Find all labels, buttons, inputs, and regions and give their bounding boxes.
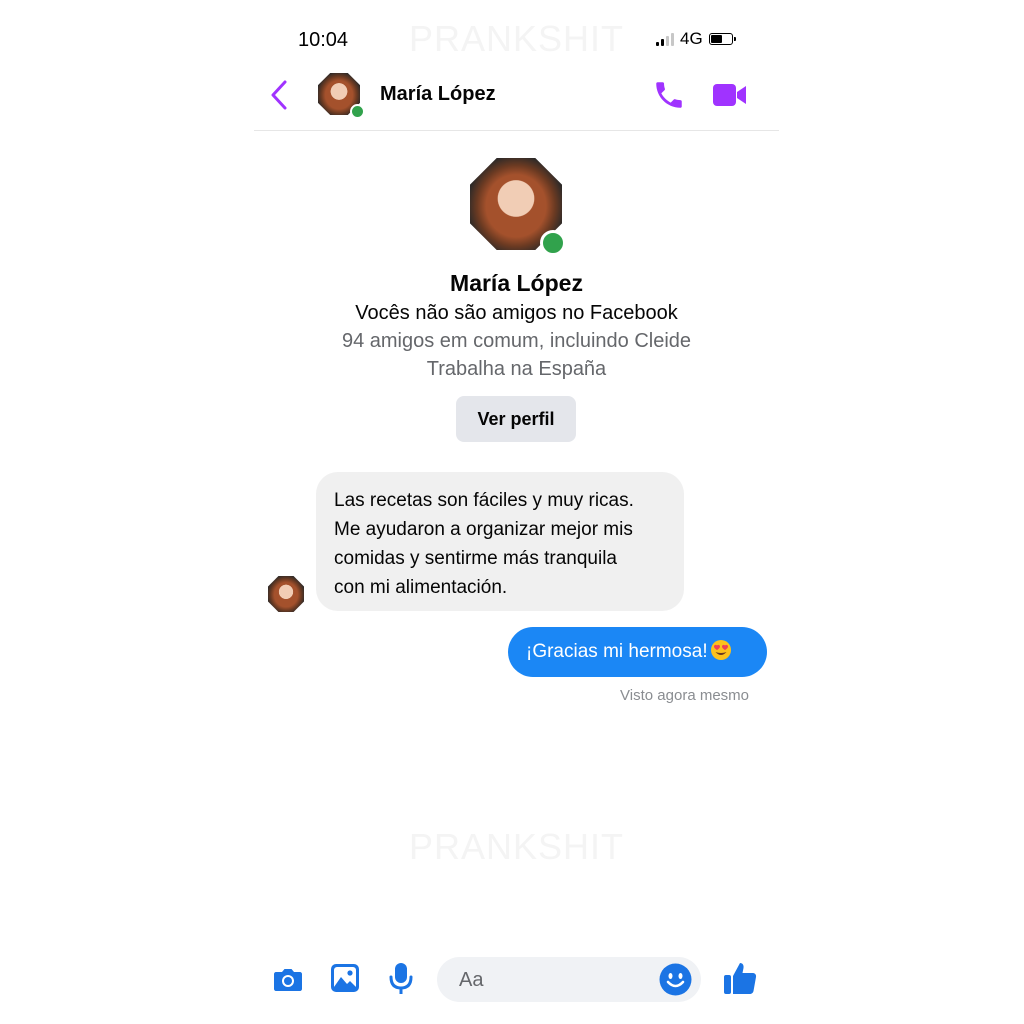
gallery-icon[interactable] — [330, 963, 360, 993]
message-line: Las recetas son fáciles y muy ricas. — [334, 490, 634, 511]
outgoing-message[interactable]: ¡Gracias mi hermosa! — [508, 627, 767, 677]
message-text: ¡Gracias mi hermosa! — [526, 641, 708, 662]
status-time: 10:04 — [298, 29, 349, 51]
avatar[interactable] — [318, 73, 365, 119]
heart-eyes-emoji-icon — [710, 640, 731, 660]
messenger-screen: PRANKSHIT PRANKSHIT 10:04 4G María López — [254, 0, 779, 1024]
network-type: 4G — [680, 29, 703, 48]
back-arrow-icon[interactable] — [268, 78, 290, 112]
microphone-icon[interactable] — [388, 962, 414, 996]
message-line: Me ayudaron a organizar mejor mis — [334, 519, 633, 540]
message-composer[interactable] — [437, 957, 701, 1004]
emoji-icon[interactable] — [659, 963, 692, 996]
mutual-friends: 94 amigos em comum, incluindo Cleide — [341, 330, 692, 352]
seen-status: Visto agora mesmo — [620, 687, 749, 704]
message-line: con mi alimentación. — [334, 577, 508, 598]
work-info: Trabalha na España — [426, 358, 607, 380]
online-status-dot — [350, 104, 365, 119]
friend-status: Vocês não são amigos no Facebook — [355, 302, 678, 324]
chat-header: María López — [254, 70, 779, 131]
camera-icon[interactable] — [272, 963, 304, 995]
sender-photo — [268, 576, 304, 612]
message-input[interactable] — [457, 957, 651, 1004]
message-line: comidas y sentirme más tranquila — [334, 548, 617, 569]
view-profile-button[interactable]: Ver perfil — [456, 396, 576, 442]
incoming-message[interactable]: Las recetas son fáciles y muy ricas. Me … — [316, 472, 684, 611]
video-call-icon[interactable] — [712, 80, 748, 110]
profile-avatar[interactable] — [470, 158, 566, 256]
online-status-dot — [540, 230, 566, 256]
like-thumbs-up-icon[interactable] — [722, 960, 758, 996]
status-indicators: 4G — [656, 29, 736, 49]
signal-icon — [656, 32, 674, 46]
phone-call-icon[interactable] — [652, 78, 686, 112]
sender-avatar[interactable] — [268, 576, 304, 612]
battery-icon — [708, 33, 736, 45]
contact-name[interactable]: María López — [380, 83, 496, 106]
profile-name: María López — [450, 270, 583, 296]
watermark: PRANKSHIT — [408, 826, 625, 867]
